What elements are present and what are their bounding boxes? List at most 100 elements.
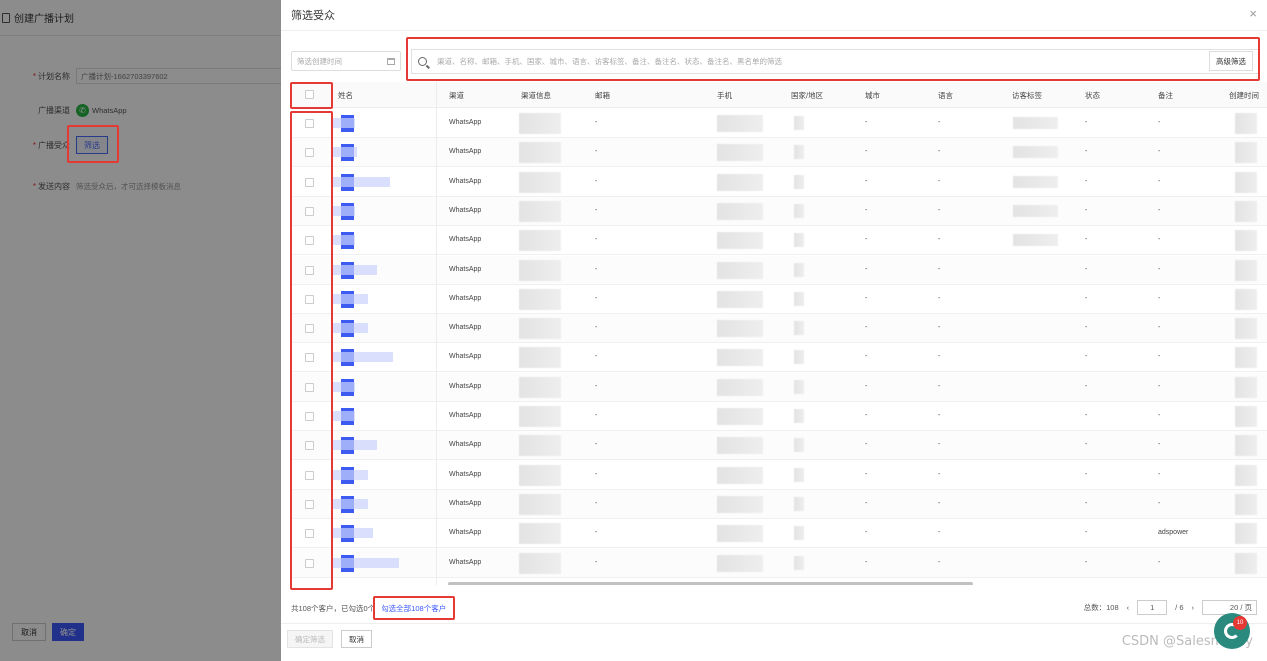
plan-name-row: * 计划名称 广播计划-1662703397602 [28, 68, 296, 84]
table-row[interactable]: WhatsApp - - - - - [291, 343, 1267, 373]
blurred-channel-info [519, 493, 561, 515]
table-row[interactable]: WhatsApp - - - - - [291, 196, 1267, 226]
row-checkbox[interactable] [305, 265, 314, 275]
table-row[interactable]: WhatsApp - - - - - [291, 548, 1267, 578]
document-icon [2, 12, 10, 23]
blurred-created-time [1235, 230, 1257, 252]
remark-cell: - [1158, 558, 1161, 566]
row-checkbox[interactable] [305, 470, 314, 480]
table-row[interactable]: WhatsApp - - - - - [291, 402, 1267, 431]
remark-cell: adspower [1158, 529, 1189, 537]
channel-cell: WhatsApp [449, 382, 482, 390]
blurred-country [794, 555, 804, 570]
select-all-checkbox[interactable] [305, 90, 314, 99]
row-checkbox[interactable] [305, 206, 314, 216]
city-cell: - [865, 470, 868, 478]
table-row[interactable]: WhatsApp - - - - - [291, 168, 1267, 197]
advanced-filter-button[interactable]: 高级筛选 [1209, 51, 1253, 71]
notification-badge: 10 [1233, 616, 1247, 630]
table-row[interactable]: WhatsApp - - - - - [291, 461, 1267, 490]
table-row[interactable]: WhatsApp - - - - - [291, 372, 1267, 402]
channel-cell: WhatsApp [449, 294, 482, 302]
page-cancel-button[interactable]: 取消 [12, 623, 46, 641]
table-row[interactable]: WhatsApp - - - - - [291, 431, 1267, 461]
blurred-channel-info [519, 347, 561, 369]
calendar-icon [387, 57, 395, 65]
blurred-created-time [1235, 200, 1257, 222]
row-checkbox[interactable] [305, 119, 314, 128]
row-checkbox[interactable] [305, 353, 314, 363]
select-all-link[interactable]: 勾选全部108个客户 [381, 603, 446, 614]
row-checkbox[interactable] [305, 558, 314, 568]
language-cell: - [938, 353, 941, 361]
close-icon[interactable]: × [1249, 6, 1257, 21]
channel-cell: WhatsApp [449, 177, 482, 185]
table-row[interactable]: WhatsApp - - - - - [291, 138, 1267, 168]
page-number-input[interactable]: 1 [1137, 600, 1168, 615]
language-cell: - [938, 236, 941, 244]
table-row[interactable]: WhatsApp - - - - - [291, 226, 1267, 256]
channel-cell: WhatsApp [449, 324, 482, 332]
audience-row: * 广播受众 筛选 [28, 136, 108, 154]
row-checkbox[interactable] [305, 412, 314, 421]
blurred-channel-info [519, 171, 561, 193]
plan-name-input[interactable]: 广播计划-1662703397602 [76, 68, 296, 84]
footer-divider [281, 623, 1267, 624]
city-cell: - [865, 441, 868, 449]
blurred-country [794, 174, 804, 189]
created-time-filter-input[interactable]: 筛选创建时间 [291, 51, 401, 71]
table-row[interactable]: WhatsApp - - - - - [291, 109, 1267, 138]
table-row[interactable]: WhatsApp - - - - - [291, 285, 1267, 314]
row-checkbox[interactable] [305, 499, 314, 509]
row-checkbox[interactable] [305, 148, 314, 158]
prev-page-icon[interactable]: ‹ [1127, 603, 1130, 612]
language-cell: - [938, 119, 941, 126]
channel-cell: WhatsApp [449, 119, 482, 126]
blurred-phone [717, 261, 763, 279]
blurred-visitor-tag [1013, 146, 1058, 159]
email-cell: - [595, 382, 598, 390]
page-confirm-button[interactable]: 确定 [52, 623, 84, 641]
remark-cell: - [1158, 148, 1161, 156]
remark-cell: - [1158, 177, 1161, 185]
drawer-cancel-button[interactable]: 取消 [341, 630, 372, 648]
horizontal-scrollbar[interactable] [448, 582, 973, 585]
blurred-created-time [1235, 318, 1257, 340]
blurred-name [333, 176, 390, 187]
row-checkbox[interactable] [305, 294, 314, 304]
table-row[interactable]: WhatsApp - - - - - [291, 314, 1267, 344]
search-placeholder: 渠道、名称、邮箱、手机、国家、城市、语言、访客标签、备注、备注名、状态、备注名、… [437, 57, 782, 66]
row-checkbox[interactable] [305, 236, 314, 246]
blurred-channel-info [519, 435, 561, 457]
next-page-icon[interactable]: › [1192, 603, 1195, 612]
blurred-country [794, 291, 804, 306]
table-row[interactable]: WhatsApp - - - - - [291, 489, 1267, 519]
row-checkbox[interactable] [305, 529, 314, 539]
row-checkbox[interactable] [305, 177, 314, 187]
status-cell: - [1085, 470, 1088, 478]
table-row[interactable]: WhatsApp - - - - adspower [291, 519, 1267, 549]
blurred-name [333, 440, 377, 451]
chat-widget-button[interactable]: 10 [1214, 613, 1250, 649]
language-cell: - [938, 265, 941, 273]
blurred-name [333, 205, 355, 216]
status-cell: - [1085, 265, 1088, 273]
audience-filter-button[interactable]: 筛选 [76, 136, 108, 154]
remark-cell: - [1158, 265, 1161, 273]
remark-cell: - [1158, 294, 1161, 302]
blurred-phone [717, 495, 763, 513]
remark-cell: - [1158, 412, 1161, 419]
blurred-phone [717, 349, 763, 367]
channel-cell: WhatsApp [449, 558, 482, 566]
table-row[interactable]: WhatsApp - - - - - [291, 255, 1267, 285]
blurred-phone [717, 232, 763, 250]
city-cell: - [865, 294, 868, 302]
row-checkbox[interactable] [305, 441, 314, 451]
blurred-visitor-tag [1013, 117, 1058, 129]
search-input[interactable]: 渠道、名称、邮箱、手机、国家、城市、语言、访客标签、备注、备注名、状态、备注名、… [411, 49, 1259, 74]
page-total: / 6 [1175, 603, 1184, 612]
row-checkbox[interactable] [305, 382, 314, 392]
confirm-filter-button[interactable]: 确定筛选 [287, 630, 333, 648]
row-checkbox[interactable] [305, 324, 314, 334]
header-created-time: 创建时间 [1229, 91, 1259, 100]
